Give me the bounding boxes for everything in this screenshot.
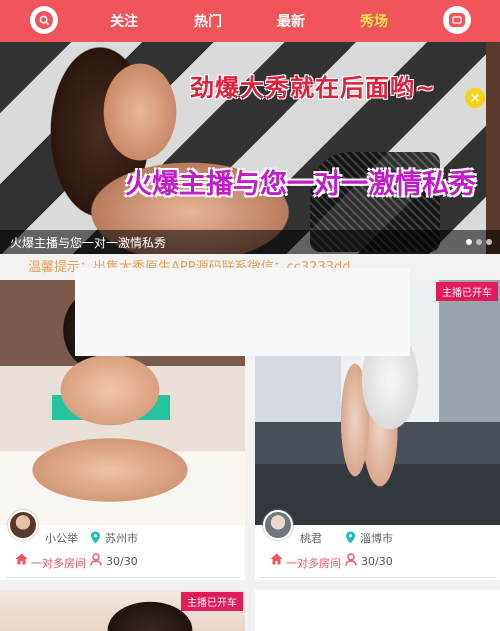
- banner-subline: 火爆主播与您一对一激情私秀: [125, 169, 476, 200]
- occupancy-count: 30/30: [106, 555, 138, 568]
- carousel-dot[interactable]: [476, 239, 482, 245]
- tab-hot[interactable]: 热门: [194, 11, 222, 31]
- message-icon: [449, 13, 465, 27]
- room-type-label: 一对多房间: [286, 557, 341, 570]
- user-icon: [345, 553, 357, 569]
- home-icon: [15, 553, 28, 568]
- room-type-label: 一对多房间: [31, 557, 86, 570]
- city-label: 淄博市: [360, 532, 393, 545]
- carousel-dot[interactable]: [466, 239, 472, 245]
- location-icon: [90, 531, 102, 544]
- banner-carousel[interactable]: 劲爆大秀就在后面哟~ 火爆主播与您一对一激情私秀 × 火爆主播与您一对一激情私秀: [0, 42, 500, 254]
- carousel-dots: [466, 239, 492, 245]
- anchor-name: 桃君: [300, 532, 322, 545]
- city-label: 苏州市: [105, 532, 138, 545]
- avatar: [263, 510, 293, 540]
- user-icon: [90, 553, 102, 569]
- banner-caption: 火爆主播与您一对一激情私秀: [10, 236, 167, 250]
- message-button[interactable]: [443, 6, 471, 34]
- close-icon[interactable]: ×: [465, 88, 485, 108]
- tab-show[interactable]: 秀场: [360, 11, 388, 31]
- location-icon: [345, 531, 357, 544]
- avatar: [8, 510, 38, 540]
- tab-follow[interactable]: 关注: [110, 11, 138, 31]
- anchor-name: 小公举: [45, 532, 78, 545]
- banner-headline: 劲爆大秀就在后面哟~: [190, 74, 437, 102]
- search-button[interactable]: [30, 6, 58, 34]
- status-badge: 主播已开车: [181, 592, 243, 611]
- next-slide-peek: [486, 42, 500, 254]
- banner-caption-bar: 火爆主播与您一对一激情私秀: [0, 230, 500, 254]
- divider: [5, 577, 240, 578]
- carousel-dot[interactable]: [486, 239, 492, 245]
- occupancy-count: 30/30: [361, 555, 393, 568]
- tab-latest[interactable]: 最新: [277, 11, 305, 31]
- app-root: 关注 热门 最新 秀场 劲爆大秀就在后面哟~ 火爆主播与您一对一激情私秀 × 火…: [0, 0, 500, 631]
- overlay-panel: [75, 268, 410, 356]
- top-nav: 关注 热门 最新 秀场: [0, 0, 500, 42]
- room-card[interactable]: 主播已开车: [0, 590, 245, 631]
- status-badge: 主播已开车: [436, 282, 498, 301]
- home-icon: [270, 553, 283, 568]
- search-icon: [35, 11, 53, 29]
- room-card-placeholder: [255, 590, 500, 631]
- divider: [260, 577, 495, 578]
